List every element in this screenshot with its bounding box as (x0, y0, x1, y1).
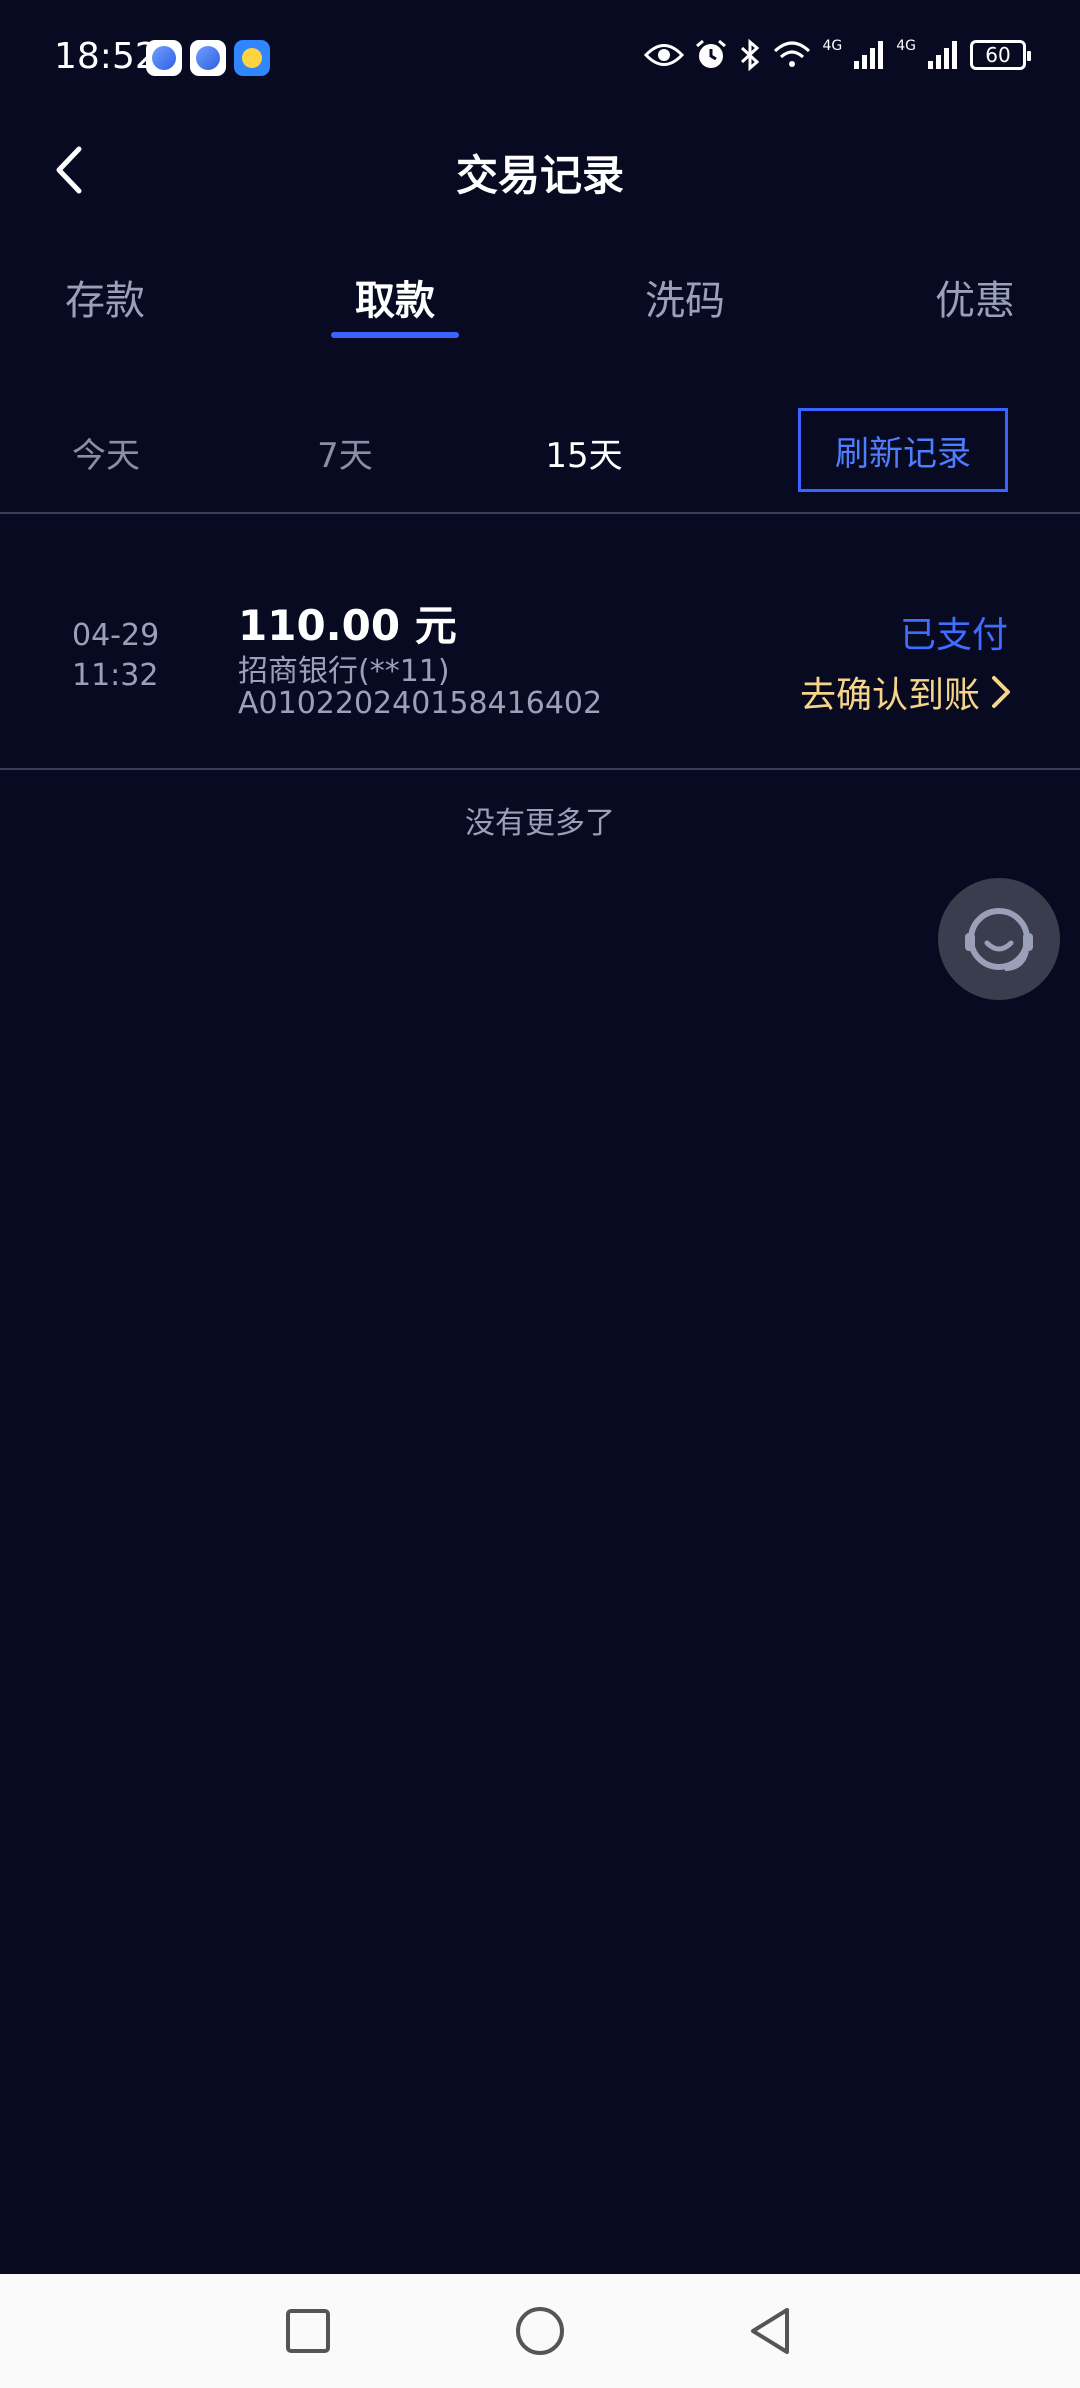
record-status: 已支付 (899, 615, 1008, 656)
chevron-right-icon (992, 676, 1010, 708)
tab-rebate[interactable]: 洗码 (645, 268, 725, 326)
record-datetime: 04-29 11:32 (72, 616, 159, 696)
status-time: 18:52 (54, 36, 158, 77)
square-icon (286, 2309, 330, 2353)
network-type-2: 4G (896, 38, 916, 54)
tab-deposit[interactable]: 存款 (65, 268, 145, 326)
app-notification-icon (146, 40, 182, 76)
record-order-number: A010220240158416402 (238, 686, 603, 721)
eye-icon (644, 44, 685, 66)
tab-active-indicator (331, 332, 459, 338)
signal-icon (854, 41, 884, 69)
filter-today[interactable]: 今天 (72, 428, 140, 477)
status-bar: 18:52 4G 4G 60 (0, 0, 1080, 120)
divider (0, 768, 1080, 770)
headset-agent-icon (965, 908, 1033, 971)
wifi-icon (774, 41, 811, 67)
app-notification-icon (190, 40, 226, 76)
record-amount: 110.00 元 (238, 601, 457, 650)
page-title: 交易记录 (455, 151, 624, 200)
refresh-records-button[interactable]: 刷新记录 (798, 408, 1008, 492)
battery-level: 60 (985, 43, 1011, 67)
triangle-back-icon (751, 2308, 789, 2354)
system-nav-bar (0, 2274, 1080, 2388)
system-back-button[interactable] (740, 2301, 800, 2361)
filter-7-days[interactable]: 7天 (317, 428, 373, 477)
tab-bar: 存款 取款 洗码 优惠 (0, 268, 1080, 348)
home-button[interactable] (510, 2301, 570, 2361)
filter-15-days[interactable]: 15天 (545, 428, 622, 477)
divider (0, 512, 1080, 514)
alarm-icon (696, 39, 727, 68)
status-icons: 4G 4G 60 (644, 38, 1031, 72)
recents-button[interactable] (278, 2301, 338, 2361)
circle-icon (516, 2307, 564, 2355)
record-date: 04-29 (72, 618, 160, 653)
tab-withdraw[interactable]: 取款 (355, 268, 435, 326)
header: 交易记录 (0, 120, 1080, 220)
battery-icon: 60 (970, 40, 1031, 70)
bluetooth-icon (741, 38, 760, 72)
weather-icon (234, 40, 270, 76)
customer-support-button[interactable] (938, 878, 1060, 1000)
record-bank: 招商银行(**11) (238, 654, 450, 689)
confirm-receipt-label: 去确认到账 (799, 675, 980, 716)
record-time: 11:32 (72, 658, 159, 693)
tab-promotion[interactable]: 优惠 (935, 268, 1015, 326)
network-type-1: 4G (822, 38, 843, 54)
notification-icons (146, 40, 270, 76)
signal-icon-2 (928, 41, 957, 69)
transaction-record[interactable]: 04-29 11:32 110.00 元 招商银行(**11) A0102202… (0, 516, 1080, 766)
confirm-receipt-link[interactable]: 去确认到账 (800, 666, 1012, 718)
date-filter-bar: 今天 7天 15天 刷新记录 (0, 400, 1080, 500)
no-more-text: 没有更多了 (465, 806, 615, 841)
